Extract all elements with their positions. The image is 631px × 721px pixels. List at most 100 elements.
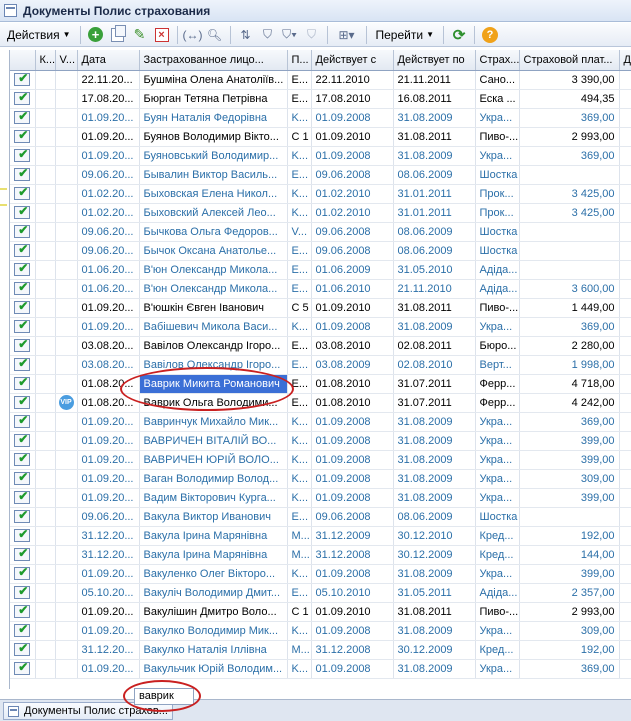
structure-button[interactable]: ⊞▾: [333, 25, 361, 45]
insurer-cell: Адіда...: [475, 260, 520, 280]
copy-button[interactable]: [108, 24, 128, 45]
table-row[interactable]: 01.09.20...Вакуленко Олег Вікторо...K...…: [10, 564, 631, 584]
table-row[interactable]: 01.02.20...Быховский Алексей Лео...K...0…: [10, 203, 631, 223]
column-header[interactable]: Действует с: [311, 50, 394, 71]
column-header[interactable]: Действует по: [393, 50, 476, 71]
table-row[interactable]: 09.06.20...Вакула Виктор ИвановичE...09.…: [10, 507, 631, 527]
extra-cell: [619, 184, 631, 204]
refresh-button[interactable]: ⟳: [449, 25, 469, 45]
vip-cell: [55, 469, 78, 489]
row-status-cell: [10, 317, 36, 337]
table-row[interactable]: 01.08.20...Ваврик Микита РомановичE...01…: [10, 374, 631, 394]
documents-grid[interactable]: К... V... Дата Застрахованное лицо... П... Де…: [9, 50, 631, 689]
add-button[interactable]: +: [86, 25, 106, 45]
valid-from-cell: 31.12.2009: [311, 526, 394, 546]
row-marker: [0, 204, 7, 206]
insurer-cell: Бюро...: [475, 336, 520, 356]
table-row[interactable]: 01.09.20...Вакулішин Дмитро Воло...C 101…: [10, 602, 631, 622]
table-row[interactable]: 01.09.20...Вавринчук Михайло Мик...K...0…: [10, 412, 631, 432]
table-row[interactable]: 01.06.20...В'юн Олександр Микола...E...0…: [10, 279, 631, 299]
actions-menu[interactable]: Действия ▼: [3, 25, 75, 45]
row-status-cell: [10, 374, 36, 394]
filter-button[interactable]: ⛉: [258, 25, 278, 45]
row-status-cell: [10, 127, 36, 147]
help-button[interactable]: ?: [480, 25, 500, 45]
table-row[interactable]: 01.09.20...Вадим Вікторович Курга...K...…: [10, 488, 631, 508]
table-row[interactable]: 09.06.20...Бычок Оксана Анатолье...E...0…: [10, 241, 631, 261]
valid-to-cell: 31.08.2009: [393, 488, 476, 508]
posted-document-icon: [14, 337, 31, 352]
column-header[interactable]: Страх...: [475, 50, 520, 71]
table-row[interactable]: 01.09.20...Вакульчик Юрій Володим...K...…: [10, 659, 631, 679]
table-row[interactable]: VIP01.08.20...Ваврик Ольга Володими...E.…: [10, 393, 631, 413]
extra-cell: [619, 450, 631, 470]
table-row[interactable]: 01.09.20...Вакулко Володимир Мик...K...0…: [10, 621, 631, 641]
extra-cell: [619, 70, 631, 90]
insurance-payment-cell: 1 998,00: [519, 355, 620, 375]
posted-document-icon: [14, 622, 31, 637]
posted-document-icon: [14, 375, 31, 390]
column-header[interactable]: П...: [287, 50, 312, 71]
delete-button[interactable]: ×: [152, 25, 172, 45]
valid-from-cell: 01.09.2008: [311, 317, 394, 337]
table-row[interactable]: 01.09.20...ВАВРИЧЕН ЮРІЙ ВОЛО...K...01.0…: [10, 450, 631, 470]
posted-document-icon: [14, 413, 31, 428]
column-header[interactable]: Д: [619, 50, 631, 71]
insured-person-cell: Вакульчик Юрій Володим...: [139, 659, 288, 679]
table-row[interactable]: 01.09.20...Ваган Володимир Волод...K...0…: [10, 469, 631, 489]
insurance-payment-cell: 369,00: [519, 146, 620, 166]
chevron-down-icon: ▼: [62, 30, 71, 39]
column-header-insured-person[interactable]: Застрахованное лицо...: [139, 50, 288, 71]
insured-person-cell: Быховский Алексей Лео...: [139, 203, 288, 223]
posted-document-icon: [14, 356, 31, 371]
row-status-cell: [10, 184, 36, 204]
filter-list-button[interactable]: ⛉▾: [280, 25, 300, 45]
table-row[interactable]: 01.02.20...Быховская Елена Никол...K...0…: [10, 184, 631, 204]
column-header[interactable]: К...: [35, 50, 56, 71]
link-button[interactable]: (↔): [183, 25, 203, 45]
table-row[interactable]: 31.12.20...Вакула Ірина МарянівнаM...31.…: [10, 545, 631, 565]
table-row[interactable]: 01.09.20...Буянов Володимир Вікто...C 10…: [10, 127, 631, 147]
table-row[interactable]: 01.09.20...Вабішевич Микола Васи...K...0…: [10, 317, 631, 337]
sort-button[interactable]: ⇅: [236, 25, 256, 45]
table-row[interactable]: 09.06.20...Бычкова Ольга Федоров...V...0…: [10, 222, 631, 242]
table-row[interactable]: 22.11.20...Бушміна Олена Анатоліїв...E..…: [10, 70, 631, 90]
date-cell: 01.09.20...: [77, 127, 140, 147]
valid-from-cell: 17.08.2010: [311, 89, 394, 109]
valid-to-cell: 31.08.2011: [393, 298, 476, 318]
column-header[interactable]: V...: [55, 50, 78, 71]
column-header[interactable]: Страховой плат...: [519, 50, 620, 71]
table-row[interactable]: 09.06.20...Бывалин Виктор Василь...E...0…: [10, 165, 631, 185]
k-cell: [35, 450, 56, 470]
clear-filter-button[interactable]: ⛉: [302, 25, 322, 45]
goto-menu[interactable]: Перейти ▼: [372, 25, 438, 45]
p-cell: E...: [287, 355, 312, 375]
column-header[interactable]: [10, 50, 36, 71]
valid-to-cell: 31.08.2009: [393, 431, 476, 451]
table-row[interactable]: 05.10.20...Вакуліч Володимир Дмит...E...…: [10, 583, 631, 603]
row-status-cell: [10, 583, 36, 603]
column-header[interactable]: Дата: [77, 50, 140, 71]
k-cell: [35, 336, 56, 356]
vip-cell: [55, 526, 78, 546]
table-row[interactable]: 01.09.20...Буян Наталія ФедорівнаK...01.…: [10, 108, 631, 128]
table-row[interactable]: 03.08.20...Вавілов Олександр Ігоро...E..…: [10, 355, 631, 375]
table-row[interactable]: 31.12.20...Вакулко Наталія ІллівнаM...31…: [10, 640, 631, 660]
posted-document-icon: [14, 128, 31, 143]
table-row[interactable]: 03.08.20...Вавілов Олександр Ігоро...E..…: [10, 336, 631, 356]
row-status-cell: [10, 469, 36, 489]
table-row[interactable]: 01.06.20...В'юн Олександр Микола...E...0…: [10, 260, 631, 280]
vip-cell: [55, 545, 78, 565]
table-row[interactable]: 01.09.20...ВАВРИЧЕН ВІТАЛІЙ ВО...K...01.…: [10, 431, 631, 451]
extra-cell: [619, 393, 631, 413]
table-row[interactable]: 01.09.20...Буяновський Володимир...K...0…: [10, 146, 631, 166]
table-row[interactable]: 01.09.20...В'юшкін Євген ІвановичC 501.0…: [10, 298, 631, 318]
edit-button[interactable]: ✎: [130, 25, 150, 45]
table-row[interactable]: 31.12.20...Вакула Ірина МарянівнаM...31.…: [10, 526, 631, 546]
k-cell: [35, 545, 56, 565]
table-row[interactable]: 17.08.20...Бюрган Тетяна ПетрівнаE...17.…: [10, 89, 631, 109]
extra-cell: [619, 260, 631, 280]
find-button[interactable]: 🔍︎: [205, 25, 225, 45]
row-status-cell: [10, 602, 36, 622]
posted-document-icon: [14, 641, 31, 656]
